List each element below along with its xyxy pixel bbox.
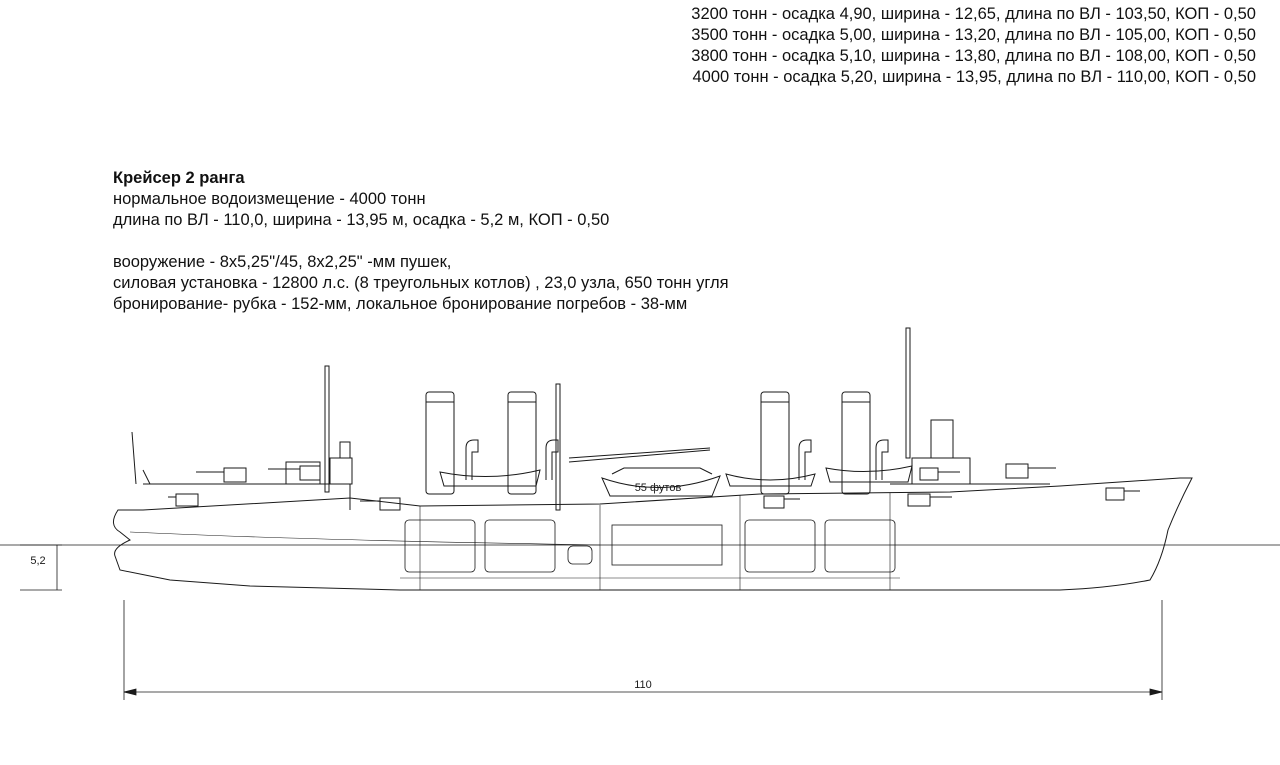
boat-label: 55 футов bbox=[635, 482, 682, 494]
funnels bbox=[425, 391, 889, 495]
length-label: 110 bbox=[634, 679, 652, 691]
hull bbox=[113, 477, 1193, 591]
draft-label: 5,2 bbox=[30, 555, 45, 567]
cruiser-profile-drawing: 55 футов 5,2 110 bbox=[0, 327, 1280, 700]
superstructure bbox=[131, 419, 1050, 510]
boiler-rooms bbox=[404, 519, 896, 573]
draft-dimension bbox=[20, 544, 62, 591]
